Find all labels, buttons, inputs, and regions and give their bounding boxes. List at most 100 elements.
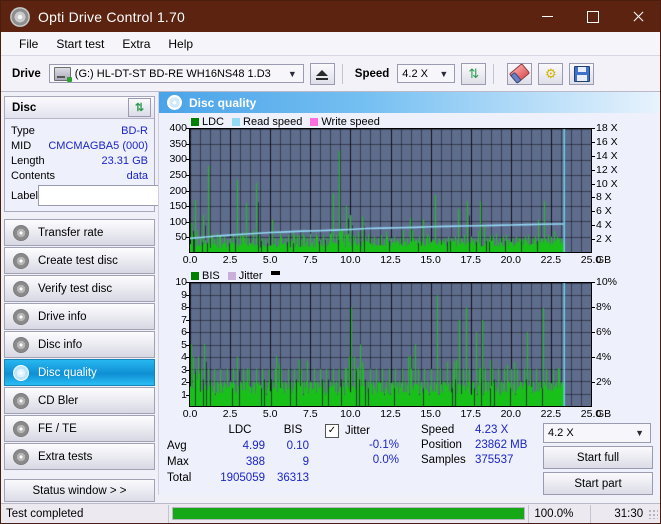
- toolbar-divider-1: [341, 63, 343, 84]
- main-body: Disc ⇅ Type BD-R MID CMCMAGBA5 (000) Len…: [1, 92, 660, 502]
- disc-refresh-button[interactable]: ⇅: [128, 98, 151, 117]
- disc-contents-value: data: [126, 169, 148, 182]
- disc-mid-value: CMCMAGBA5 (000): [48, 139, 148, 152]
- x-tick-label: 20.0: [500, 254, 522, 266]
- x-tick-label: 5.0: [262, 408, 278, 420]
- legend-item-read-speed: Read speed: [232, 116, 302, 128]
- stats-avg-bis: 0.10: [286, 440, 309, 452]
- maximize-icon: [586, 10, 599, 23]
- menu-help[interactable]: Help: [159, 34, 202, 54]
- start-part-button[interactable]: Start part: [543, 472, 653, 495]
- stats-max-ldc: 388: [245, 456, 265, 468]
- chevron-down-icon: ▼: [287, 68, 297, 79]
- disc-icon: [13, 420, 29, 437]
- status-window-button[interactable]: Status window > >: [4, 479, 155, 502]
- disc-type-label: Type: [11, 124, 35, 137]
- x-tick-label: 0.0: [182, 408, 198, 420]
- sidebar-item-disc-info[interactable]: Disc info: [4, 331, 155, 358]
- jitter-checkbox-row[interactable]: ✓ Jitter: [325, 423, 421, 438]
- charts-area: LDC Read speed Write speed 400 350 300 250 2…: [159, 113, 660, 495]
- close-button[interactable]: [615, 1, 660, 32]
- info-row-position: Position 23862 MB: [421, 438, 539, 453]
- jitter-label: Jitter: [345, 424, 370, 437]
- progress-percent: 100.0%: [529, 504, 591, 523]
- panel-title: Disc quality: [189, 95, 257, 110]
- chart2-y2-axis: 10% 8% 6% 4% 2%: [592, 277, 636, 407]
- chart2-row: 10 9 8 7 6 5 4 3 2 1 10% 8% 6% 4% 2%: [159, 277, 660, 407]
- y-tick-label: 250: [169, 168, 187, 181]
- x-tick-label: 12.5: [380, 254, 401, 266]
- legend-label: Write speed: [321, 115, 380, 128]
- stats-row-avg-label: Avg: [167, 440, 187, 452]
- resize-grip-icon[interactable]: [648, 508, 658, 519]
- sidebar-item-label: Transfer rate: [38, 226, 104, 239]
- y2-tick-label: 4%: [596, 350, 612, 363]
- menu-extra[interactable]: Extra: [113, 34, 159, 54]
- test-speed-value: 4.2 X: [548, 427, 574, 439]
- y2-tick-mark: [592, 307, 595, 308]
- chevron-down-icon: ▼: [439, 68, 449, 79]
- app-window: Opti Drive Control 1.70 File Start test …: [0, 0, 661, 524]
- minimize-button[interactable]: [525, 1, 570, 32]
- sidebar-item-label: Disc info: [38, 338, 83, 351]
- disc-icon: [13, 224, 29, 241]
- sidebar-item-label: Extra tests: [38, 450, 93, 463]
- marker-icon: [270, 270, 280, 275]
- chart1-y-axis: 400 350 300 250 200 150 100 50: [159, 123, 189, 253]
- refresh-icon: ⇅: [468, 66, 480, 81]
- refresh-button[interactable]: ⇅: [461, 62, 487, 85]
- toolbar-speed-select[interactable]: 4.2 X ▼: [397, 64, 456, 83]
- x-tick-label: 10.0: [340, 254, 361, 266]
- save-button[interactable]: [569, 62, 595, 85]
- legend-item-jitter: Jitter: [227, 270, 263, 282]
- run-info-block: Speed 4.23 X Position 23862 MB Samples 3…: [421, 423, 539, 495]
- sidebar-item-verify-test-disc[interactable]: Verify test disc: [4, 275, 155, 302]
- jitter-checkbox[interactable]: ✓: [325, 423, 339, 438]
- menu-start-test[interactable]: Start test: [47, 34, 113, 54]
- disc-quality-icon: [167, 95, 182, 110]
- chart1-row: 400 350 300 250 200 150 100 50 18 X 16 X 14 X 12 X…: [159, 123, 660, 253]
- sidebar-item-label: Verify test disc: [38, 282, 113, 295]
- chart1-legend: LDC Read speed Write speed: [159, 115, 660, 128]
- sidebar-item-fe-te[interactable]: FE / TE: [4, 415, 155, 442]
- app-icon: [10, 6, 30, 27]
- y2-tick-label: 10 X: [596, 177, 618, 190]
- legend-swatch-bis: [191, 271, 199, 280]
- maximize-button[interactable]: [570, 1, 615, 32]
- x-tick-label: 15.0: [420, 254, 441, 266]
- legend-item-bis: BIS: [191, 270, 220, 282]
- y2-tick-mark: [592, 169, 595, 171]
- y-tick-label: 200: [169, 184, 187, 197]
- x-axis-unit: GB: [596, 254, 612, 266]
- status-bar: Test completed 100.0% 31:30: [1, 503, 660, 523]
- tools-button[interactable]: ⚙: [538, 62, 564, 85]
- info-speed-label: Speed: [421, 424, 455, 436]
- sidebar-item-drive-info[interactable]: Drive info: [4, 303, 155, 330]
- x-axis-unit: GB: [596, 408, 612, 420]
- drive-select-value: (G:) HL-DT-ST BD-RE WH16NS48 1.D3: [74, 67, 271, 80]
- y2-tick-mark: [592, 225, 595, 227]
- erase-button[interactable]: [507, 62, 533, 85]
- sidebar-item-create-test-disc[interactable]: Create test disc: [4, 247, 155, 274]
- eject-button[interactable]: [309, 62, 335, 85]
- chart1-plot: [189, 128, 592, 253]
- actions-block: 4.2 X ▼ Start full Start part: [539, 423, 653, 495]
- sidebar-item-extra-tests[interactable]: Extra tests: [4, 443, 155, 470]
- sidebar: Disc ⇅ Type BD-R MID CMCMAGBA5 (000) Len…: [1, 92, 242, 502]
- progress-fill: [172, 508, 525, 519]
- drive-select[interactable]: (G:) HL-DT-ST BD-RE WH16NS48 1.D3 ▼: [48, 64, 304, 83]
- test-speed-select[interactable]: 4.2 X ▼: [543, 423, 651, 443]
- panel-header: Disc quality: [159, 92, 660, 113]
- content-panel: Disc quality LDC Read speed Write speed …: [158, 92, 660, 495]
- sidebar-item-cd-bler[interactable]: CD Bler: [4, 387, 155, 414]
- sidebar-item-disc-quality[interactable]: Disc quality: [4, 359, 155, 386]
- sidebar-item-transfer-rate[interactable]: Transfer rate: [4, 219, 155, 246]
- disc-icon: [13, 308, 29, 325]
- stats-avg-ldc: 4.99: [242, 440, 265, 452]
- speed-label: Speed: [354, 67, 390, 80]
- y2-tick-label: 2 X: [596, 232, 612, 245]
- menu-file[interactable]: File: [10, 34, 47, 54]
- legend-item-ldc: LDC: [191, 116, 224, 128]
- sidebar-item-label: Drive info: [38, 310, 87, 323]
- start-full-button[interactable]: Start full: [543, 446, 653, 469]
